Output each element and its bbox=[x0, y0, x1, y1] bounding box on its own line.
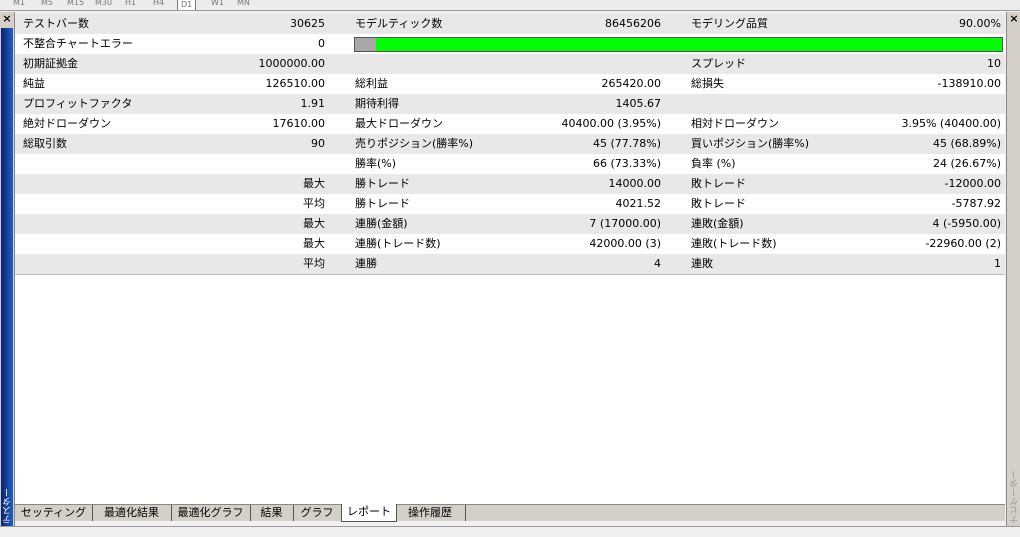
navigator-panel-titlebar[interactable]: ナビゲーター bbox=[1008, 28, 1020, 526]
tab-report[interactable]: レポート bbox=[341, 504, 397, 522]
max-consecutive-wins-money-value: 7 (17000.00) bbox=[589, 217, 661, 230]
average-consecutive-wins-value: 4 bbox=[654, 257, 661, 270]
initial-deposit-value: 1000000.00 bbox=[258, 57, 325, 70]
report-row: 平均 連勝 4 連敗 1 bbox=[15, 254, 1005, 274]
ticks-modelled-value: 86456206 bbox=[605, 17, 661, 30]
average-profit-trade-value: 4021.52 bbox=[615, 197, 662, 210]
bars-in-test-value: 30625 bbox=[290, 17, 325, 30]
largest-profit-trade-value: 14000.00 bbox=[608, 177, 662, 190]
report-bottom-divider bbox=[15, 274, 1005, 275]
total-trades-value: 90 bbox=[311, 137, 325, 150]
profit-factor-value: 1.91 bbox=[300, 97, 326, 110]
timeframe-d1-button[interactable]: D1 bbox=[177, 0, 197, 10]
tab-results[interactable]: 結果 bbox=[250, 505, 294, 521]
loss-trades-value: 24 (26.67%) bbox=[932, 157, 1001, 170]
average-loss-trade-value: -5787.92 bbox=[951, 197, 1001, 210]
close-icon[interactable]: × bbox=[1007, 12, 1020, 26]
report-row: 勝率(%) 66 (73.33%) 負率 (%) 24 (26.67%) bbox=[15, 154, 1005, 174]
report-row: 最大 連勝(トレード数) 42000.00 (3) 連敗(トレード数) -229… bbox=[15, 234, 1005, 254]
maximal-label: 最大 bbox=[303, 237, 325, 250]
average-label: 平均 bbox=[303, 197, 325, 210]
tester-panel-titlebar[interactable]: テスター bbox=[1, 28, 13, 526]
timeframe-h4-button[interactable]: H4 bbox=[150, 0, 167, 9]
report-row: テストバー数 30625 モデルティック数 86456206 モデリング品質 9… bbox=[15, 14, 1005, 34]
tester-tabs: セッティング 最適化結果 最適化グラフ 結果 グラフ レポート 操作履歴 bbox=[15, 504, 1005, 522]
tab-optimization-results[interactable]: 最適化結果 bbox=[92, 505, 172, 521]
mismatched-charts-errors-value: 0 bbox=[318, 37, 325, 50]
maximal-drawdown-value: 40400.00 (3.95%) bbox=[561, 117, 661, 130]
timeframe-mn-button[interactable]: MN bbox=[234, 0, 253, 9]
timeframe-h1-button[interactable]: H1 bbox=[122, 0, 139, 9]
timeframe-m5-button[interactable]: M5 bbox=[38, 0, 56, 9]
average-consecutive-losses-value: 1 bbox=[994, 257, 1001, 270]
net-profit-value: 126510.00 bbox=[265, 77, 326, 90]
navigator-panel-strip: × ナビゲーター bbox=[1006, 12, 1020, 526]
report-row: 絶対ドローダウン 17610.00 最大ドローダウン 40400.00 (3.9… bbox=[15, 114, 1005, 134]
relative-drawdown-value: 3.95% (40400.00) bbox=[901, 117, 1001, 130]
profit-trades-value: 66 (73.33%) bbox=[592, 157, 661, 170]
timeframe-toolbar: M1 M5 M15 M30 H1 H4 D1 W1 MN bbox=[0, 0, 1020, 11]
timeframe-w1-button[interactable]: W1 bbox=[208, 0, 227, 9]
gross-loss-value: -138910.00 bbox=[937, 77, 1001, 90]
timeframe-m30-button[interactable]: M30 bbox=[92, 0, 115, 9]
modelling-quality-bar bbox=[354, 37, 1003, 52]
spread-value: 10 bbox=[987, 57, 1001, 70]
expected-payoff-value: 1405.67 bbox=[615, 97, 662, 110]
report-row: 最大 連勝(金額) 7 (17000.00) 連敗(金額) 4 (-5950.0… bbox=[15, 214, 1005, 234]
tab-graph[interactable]: グラフ bbox=[293, 505, 342, 521]
largest-label: 最大 bbox=[303, 177, 325, 190]
absolute-drawdown-value: 17610.00 bbox=[272, 117, 326, 130]
tab-settings[interactable]: セッティング bbox=[15, 505, 93, 521]
report-row: 総取引数 90 売りポジション(勝率%) 45 (77.78%) 買いポジション… bbox=[15, 134, 1005, 154]
report-row: 平均 勝トレード 4021.52 敗トレード -5787.92 bbox=[15, 194, 1005, 214]
maximal-consecutive-profit-value: 42000.00 (3) bbox=[589, 237, 661, 250]
close-icon[interactable]: × bbox=[0, 12, 14, 26]
short-positions-value: 45 (77.78%) bbox=[592, 137, 661, 150]
report-row: プロフィットファクタ 1.91 期待利得 1405.67 bbox=[15, 94, 1005, 114]
average-consecutive-label: 平均 bbox=[303, 257, 325, 270]
report-table: テストバー数 30625 モデルティック数 86456206 モデリング品質 9… bbox=[15, 14, 1005, 504]
max-consecutive-losses-money-value: 4 (-5950.00) bbox=[932, 217, 1001, 230]
report-row: 最大 勝トレード 14000.00 敗トレード -12000.00 bbox=[15, 174, 1005, 194]
tab-journal[interactable]: 操作履歴 bbox=[395, 505, 466, 521]
timeframe-m1-button[interactable]: M1 bbox=[10, 0, 28, 9]
gross-profit-value: 265420.00 bbox=[601, 77, 662, 90]
tab-optimization-graph[interactable]: 最適化グラフ bbox=[171, 505, 251, 521]
timeframe-m15-button[interactable]: M15 bbox=[64, 0, 87, 9]
maximum-label: 最大 bbox=[303, 217, 325, 230]
navigator-panel-title: ナビゲーター bbox=[1010, 470, 1020, 524]
tester-panel-title: テスター bbox=[3, 488, 13, 524]
report-row: 純益 126510.00 総利益 265420.00 総損失 -138910.0… bbox=[15, 74, 1005, 94]
largest-loss-trade-value: -12000.00 bbox=[944, 177, 1001, 190]
status-bar bbox=[0, 526, 1020, 537]
report-row: 初期証拠金 1000000.00 スプレッド 10 bbox=[15, 54, 1005, 74]
modelling-quality-bar-unfilled bbox=[355, 38, 376, 51]
modelling-quality-value: 90.00% bbox=[959, 17, 1001, 30]
maximal-consecutive-loss-value: -22960.00 (2) bbox=[925, 237, 1001, 250]
tester-panel-strip: × テスター bbox=[0, 12, 15, 526]
long-positions-value: 45 (68.89%) bbox=[932, 137, 1001, 150]
